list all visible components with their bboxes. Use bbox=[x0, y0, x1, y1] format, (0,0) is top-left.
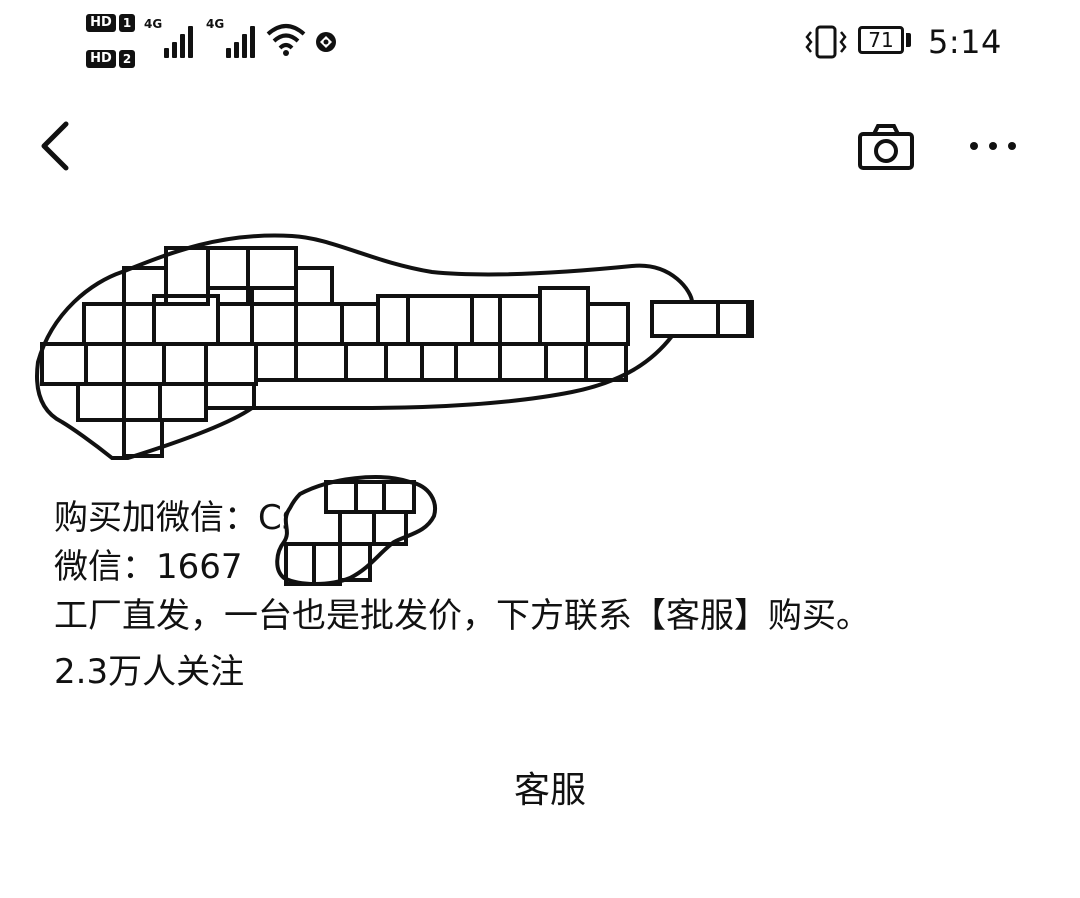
wifi-icon bbox=[266, 24, 306, 56]
hd-icon: HD 1 HD 2 bbox=[86, 14, 138, 70]
bio-line-wechat-purchase: 购买加微信：Cs bbox=[54, 498, 300, 538]
battery-level: 71 bbox=[868, 28, 894, 52]
battery-tip bbox=[906, 33, 911, 47]
profile-bio: 购买加微信：Cs 微信：1667 工厂直发，一台也是批发价，下方联系【客服】购买… bbox=[54, 494, 1054, 641]
redacted-name-mosaic bbox=[35, 233, 754, 460]
vibrate-icon bbox=[805, 25, 847, 59]
sim1-hd-badge: HD 1 bbox=[86, 14, 138, 34]
camera-icon[interactable] bbox=[856, 122, 916, 172]
redacted-contact-mosaic bbox=[275, 475, 437, 586]
screen: HD 1 HD 2 4G 4G 71 5:14 购买加微信：Cs 微信：1667… bbox=[0, 0, 1080, 898]
sim2-hd-badge: HD 2 bbox=[86, 50, 138, 70]
sim2-number: 2 bbox=[119, 50, 135, 68]
bio-line-description: 工厂直发，一台也是批发价，下方联系【客服】购买。 bbox=[54, 596, 870, 636]
sim2-hd-label: HD bbox=[86, 50, 116, 68]
sim1-hd-label: HD bbox=[86, 14, 116, 32]
status-bar: HD 1 HD 2 4G 4G 71 5:14 bbox=[0, 0, 1080, 80]
signal-icon: 4G bbox=[206, 18, 260, 58]
more-icon[interactable] bbox=[962, 126, 1024, 166]
customer-service-button[interactable]: 客服 bbox=[490, 762, 610, 822]
status-time: 5:14 bbox=[928, 23, 1002, 61]
vpn-icon bbox=[316, 32, 336, 52]
sim1-number: 1 bbox=[119, 14, 135, 32]
network1-label: 4G bbox=[144, 17, 163, 31]
network2-label: 4G bbox=[206, 17, 225, 31]
back-icon[interactable] bbox=[36, 118, 78, 178]
followers-count: 2.3万人关注 bbox=[54, 652, 245, 692]
bio-line-wechat-id: 微信：1667 bbox=[54, 547, 243, 587]
signal-icon: 4G bbox=[144, 18, 198, 58]
battery-icon: 71 bbox=[858, 26, 904, 54]
